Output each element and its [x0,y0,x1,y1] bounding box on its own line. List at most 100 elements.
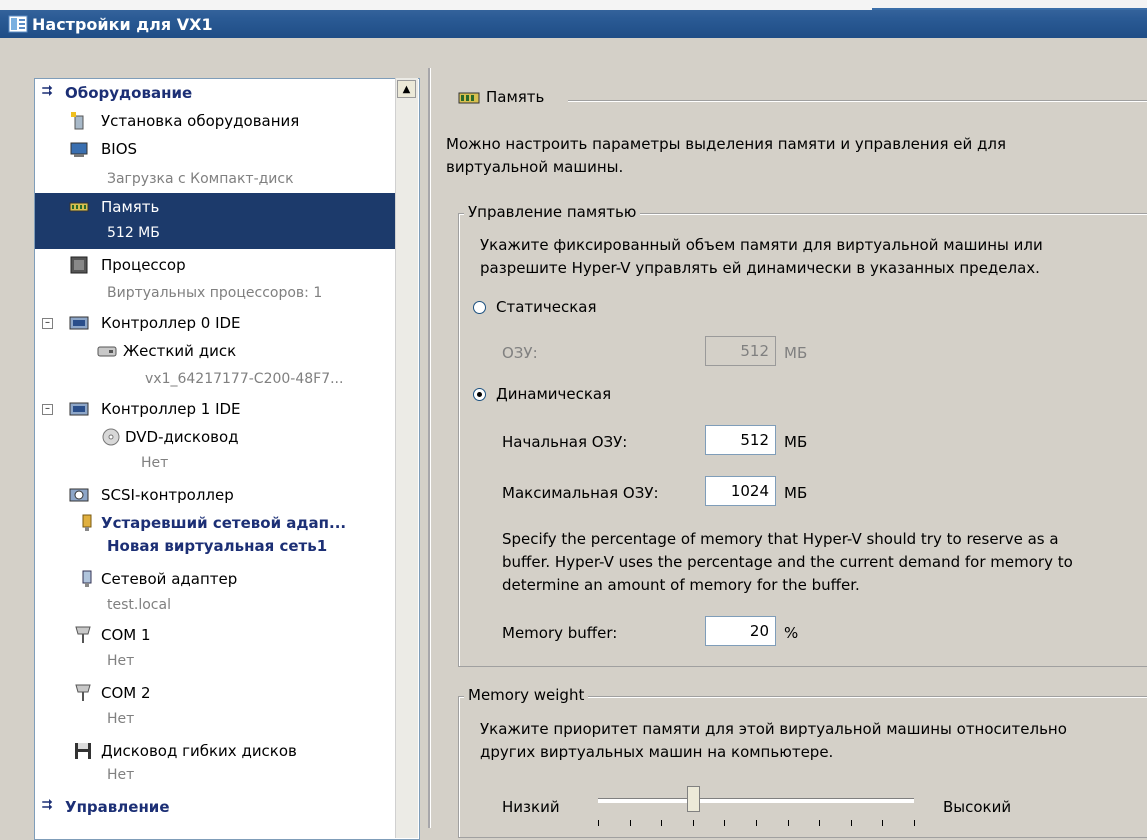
scroll-up-arrow-icon[interactable]: ▲ [397,80,416,98]
buffer-desc-line3: determine an amount of memory for the bu… [502,576,860,594]
tree-item-sub: Нет [107,711,135,727]
tree-item-sub: 512 МБ [107,225,160,241]
memory-icon [69,202,89,212]
slider-tick [661,820,663,826]
section-management-label: Управление [65,798,170,816]
dvd-drive-icon [102,428,120,446]
bios-icon [70,142,88,157]
tree-item-label: Установка оборудования [101,112,300,130]
tree-scrollbar[interactable] [395,78,418,838]
tree-item-sub: Нет [141,455,169,471]
settings-tree[interactable]: ⮆ Оборудование Установка оборудования BI… [34,78,420,840]
memory-weight-group [458,696,1147,838]
tree-item-label: Дисковод гибких дисков [101,742,297,760]
tree-item-label: SCSI-контроллер [101,486,234,504]
tree-item-label: DVD-дисковод [125,428,239,446]
memory-management-group-title: Управление памятью [464,203,641,221]
panel-title: Память [486,88,545,106]
tree-item-ide-controller-0[interactable]: – Контроллер 0 IDE [35,309,396,337]
collapse-minus-icon[interactable]: – [42,318,53,329]
tree-item-label: BIOS [101,140,138,158]
maximum-ram-label: Максимальная ОЗУ: [502,484,659,502]
static-ram-unit: МБ [784,344,808,362]
slider-tick [819,820,821,826]
tree-item-sub: Загрузка с Компакт-диск [107,171,294,187]
tree-item-processor[interactable]: Процессор [35,251,396,279]
tree-item-ide-controller-1[interactable]: – Контроллер 1 IDE [35,395,396,423]
collapse-chevron-icon[interactable]: ⮆ [42,84,52,99]
title-top-strip [0,0,1147,10]
tree-item-sub: Нет [107,653,135,669]
maximum-ram-input[interactable]: 1024 [705,476,776,506]
section-hardware[interactable]: ⮆ Оборудование [35,79,396,107]
memory-weight-group-title: Memory weight [464,686,589,704]
tree-item-scsi-controller[interactable]: SCSI-контроллер [35,481,396,509]
tree-item-label: Устаревший сетевой адап... [101,514,347,532]
ide-controller-icon [69,316,89,330]
tree-item-hard-disk[interactable]: Жесткий диск [35,337,396,365]
scsi-controller-icon [69,488,89,502]
tree-item-com2[interactable]: COM 2 [35,679,396,707]
collapse-chevron-icon[interactable]: ⮆ [42,798,52,813]
startup-ram-unit: МБ [784,433,808,451]
tree-item-sub: test.local [107,597,171,613]
static-ram-label: ОЗУ: [502,344,538,362]
weight-low-label: Низкий [502,798,560,816]
window-title: Настройки для VX1 [32,15,213,34]
window-title-bar: Настройки для VX1 [0,0,1147,38]
slider-tick [692,820,694,826]
memory-weight-slider-track[interactable] [598,798,914,803]
panel-divider[interactable] [428,68,431,828]
slider-tick [629,820,631,826]
slider-tick [724,820,726,826]
buffer-desc-line1: Specify the percentage of memory that Hy… [502,530,1059,548]
tree-item-label: Контроллер 0 IDE [101,314,241,332]
tree-item-label: Сетевой адаптер [101,570,238,588]
tree-item-com1[interactable]: COM 1 [35,621,396,649]
section-management[interactable]: ⮆ Управление [35,793,396,821]
header-rule [568,100,1147,102]
memory-weight-desc-line2: других виртуальных машин на компьютере. [480,743,834,761]
tree-item-sub: vx1_64217177-C200-48F7... [145,371,344,387]
memory-weight-desc-line1: Укажите приоритет памяти для этой виртуа… [480,720,1067,738]
tree-item-network-adapter[interactable]: Сетевой адаптер [35,565,396,593]
section-hardware-label: Оборудование [65,84,193,102]
static-ram-input[interactable]: 512 [705,336,776,366]
memory-buffer-input[interactable]: 20 [705,616,776,646]
tree-item-label: Контроллер 1 IDE [101,400,241,418]
tree-item-memory[interactable]: Память 512 МБ [35,193,396,249]
hard-disk-icon [97,346,117,357]
com-port-icon [75,626,91,643]
slider-tick [598,820,599,826]
slider-tick [914,820,915,826]
slider-tick [787,820,789,826]
network-adapter-icon [82,570,92,587]
tree-item-bios[interactable]: BIOS [35,135,396,163]
dynamic-radio-label[interactable]: Динамическая [496,385,611,403]
tree-item-legacy-network-adapter[interactable]: Устаревший сетевой адап... [35,509,396,537]
memory-buffer-label: Memory buffer: [502,624,618,642]
tree-item-sub: Нет [107,767,135,783]
static-radio[interactable] [473,301,486,314]
tree-item-label: COM 2 [101,684,151,702]
ide-controller-icon [69,402,89,416]
tree-item-label: Жесткий диск [123,342,237,360]
tree-item-dvd-drive[interactable]: DVD-дисковод [35,423,396,451]
memory-management-desc-line1: Укажите фиксированный объем памяти для в… [480,236,1043,254]
floppy-disk-icon [75,743,91,759]
dynamic-radio[interactable] [473,388,486,401]
buffer-desc-line2: buffer. Hyper-V uses the percentage and … [502,553,1073,571]
startup-ram-label: Начальная ОЗУ: [502,433,628,451]
memory-settings-panel: Память Можно настроить параметры выделен… [440,68,1147,838]
memory-icon [458,92,480,104]
startup-ram-input[interactable]: 512 [705,425,776,455]
collapse-minus-icon[interactable]: – [42,404,53,415]
slider-tick [756,820,757,826]
slider-tick [882,820,884,826]
memory-weight-slider-thumb[interactable] [686,786,700,812]
tree-item-add-hardware[interactable]: Установка оборудования [35,107,396,135]
network-adapter-icon [82,514,92,531]
tree-item-floppy-drive[interactable]: Дисковод гибких дисков [35,737,396,765]
static-radio-label[interactable]: Статическая [496,298,597,316]
tree-item-sub: Новая виртуальная сеть1 [107,537,328,555]
